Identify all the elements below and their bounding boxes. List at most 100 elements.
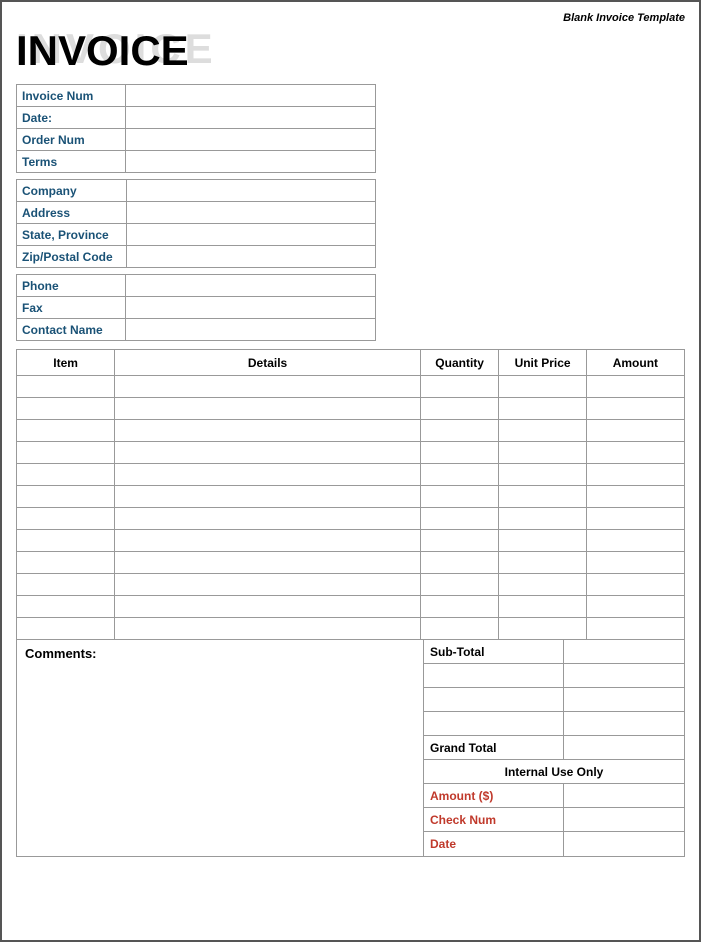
row-7-cell-4[interactable] <box>586 530 684 552</box>
fax-label: Fax <box>17 297 126 319</box>
row-8-cell-1[interactable] <box>115 552 421 574</box>
company-row: Company <box>17 180 376 202</box>
extra-row-1 <box>424 664 684 688</box>
zip-value[interactable] <box>127 246 376 268</box>
row-0-cell-1[interactable] <box>115 376 421 398</box>
phone-value[interactable] <box>125 275 375 297</box>
row-6-cell-1[interactable] <box>115 508 421 530</box>
row-9-cell-0[interactable] <box>17 574 115 596</box>
row-0-cell-4[interactable] <box>586 376 684 398</box>
top-info-section: Invoice Num Date: Order Num Terms Compan… <box>16 84 685 341</box>
address-value[interactable] <box>127 202 376 224</box>
row-7-cell-3[interactable] <box>499 530 586 552</box>
check-num-row: Check Num <box>424 808 684 832</box>
row-11-cell-3[interactable] <box>499 618 586 640</box>
extra-left-1[interactable] <box>424 664 564 687</box>
row-11-cell-0[interactable] <box>17 618 115 640</box>
row-11-cell-4[interactable] <box>586 618 684 640</box>
date-value[interactable] <box>125 107 375 129</box>
row-10-cell-0[interactable] <box>17 596 115 618</box>
internal-date-label: Date <box>424 832 564 856</box>
row-7-cell-0[interactable] <box>17 530 115 552</box>
extra-row-3 <box>424 712 684 736</box>
row-3-cell-0[interactable] <box>17 442 115 464</box>
row-9-cell-3[interactable] <box>499 574 586 596</box>
row-2-cell-4[interactable] <box>586 420 684 442</box>
row-6-cell-3[interactable] <box>499 508 586 530</box>
row-8-cell-3[interactable] <box>499 552 586 574</box>
row-0-cell-3[interactable] <box>499 376 586 398</box>
fax-value[interactable] <box>125 297 375 319</box>
row-2-cell-2[interactable] <box>420 420 499 442</box>
grand-total-row: Grand Total <box>424 736 684 760</box>
row-10-cell-3[interactable] <box>499 596 586 618</box>
subtotal-value[interactable] <box>564 640 684 663</box>
table-row <box>17 574 685 596</box>
basic-info-table: Invoice Num Date: Order Num Terms <box>16 84 376 173</box>
extra-right-2[interactable] <box>564 688 684 711</box>
row-4-cell-2[interactable] <box>420 464 499 486</box>
table-row <box>17 530 685 552</box>
header-amount: Amount <box>586 350 684 376</box>
table-row <box>17 552 685 574</box>
row-9-cell-4[interactable] <box>586 574 684 596</box>
row-7-cell-1[interactable] <box>115 530 421 552</box>
company-label: Company <box>17 180 127 202</box>
row-1-cell-0[interactable] <box>17 398 115 420</box>
row-1-cell-3[interactable] <box>499 398 586 420</box>
check-num-value[interactable] <box>564 808 684 831</box>
row-3-cell-3[interactable] <box>499 442 586 464</box>
extra-right-1[interactable] <box>564 664 684 687</box>
row-5-cell-1[interactable] <box>115 486 421 508</box>
invoice-num-value[interactable] <box>125 85 375 107</box>
row-10-cell-2[interactable] <box>420 596 499 618</box>
row-11-cell-1[interactable] <box>115 618 421 640</box>
row-9-cell-2[interactable] <box>420 574 499 596</box>
row-8-cell-2[interactable] <box>420 552 499 574</box>
terms-value[interactable] <box>125 151 375 173</box>
row-2-cell-0[interactable] <box>17 420 115 442</box>
row-3-cell-1[interactable] <box>115 442 421 464</box>
row-3-cell-2[interactable] <box>420 442 499 464</box>
row-0-cell-2[interactable] <box>420 376 499 398</box>
company-value[interactable] <box>127 180 376 202</box>
row-6-cell-0[interactable] <box>17 508 115 530</box>
row-5-cell-3[interactable] <box>499 486 586 508</box>
row-5-cell-0[interactable] <box>17 486 115 508</box>
internal-date-value[interactable] <box>564 832 684 856</box>
table-row <box>17 376 685 398</box>
row-11-cell-2[interactable] <box>420 618 499 640</box>
terms-row: Terms <box>17 151 376 173</box>
grand-total-value[interactable] <box>564 736 684 759</box>
header-unit-price: Unit Price <box>499 350 586 376</box>
row-6-cell-2[interactable] <box>420 508 499 530</box>
row-10-cell-4[interactable] <box>586 596 684 618</box>
row-4-cell-0[interactable] <box>17 464 115 486</box>
row-8-cell-4[interactable] <box>586 552 684 574</box>
extra-left-2[interactable] <box>424 688 564 711</box>
row-6-cell-4[interactable] <box>586 508 684 530</box>
row-5-cell-4[interactable] <box>586 486 684 508</box>
row-10-cell-1[interactable] <box>115 596 421 618</box>
row-4-cell-4[interactable] <box>586 464 684 486</box>
row-7-cell-2[interactable] <box>420 530 499 552</box>
row-3-cell-4[interactable] <box>586 442 684 464</box>
state-value[interactable] <box>127 224 376 246</box>
extra-right-3[interactable] <box>564 712 684 735</box>
row-8-cell-0[interactable] <box>17 552 115 574</box>
row-2-cell-3[interactable] <box>499 420 586 442</box>
row-0-cell-0[interactable] <box>17 376 115 398</box>
row-4-cell-1[interactable] <box>115 464 421 486</box>
row-1-cell-1[interactable] <box>115 398 421 420</box>
subtotal-row: Sub-Total <box>424 640 684 664</box>
row-5-cell-2[interactable] <box>420 486 499 508</box>
row-2-cell-1[interactable] <box>115 420 421 442</box>
amount-value[interactable] <box>564 784 684 807</box>
contact-name-value[interactable] <box>125 319 375 341</box>
row-1-cell-2[interactable] <box>420 398 499 420</box>
row-1-cell-4[interactable] <box>586 398 684 420</box>
order-num-value[interactable] <box>125 129 375 151</box>
row-9-cell-1[interactable] <box>115 574 421 596</box>
row-4-cell-3[interactable] <box>499 464 586 486</box>
extra-left-3[interactable] <box>424 712 564 735</box>
